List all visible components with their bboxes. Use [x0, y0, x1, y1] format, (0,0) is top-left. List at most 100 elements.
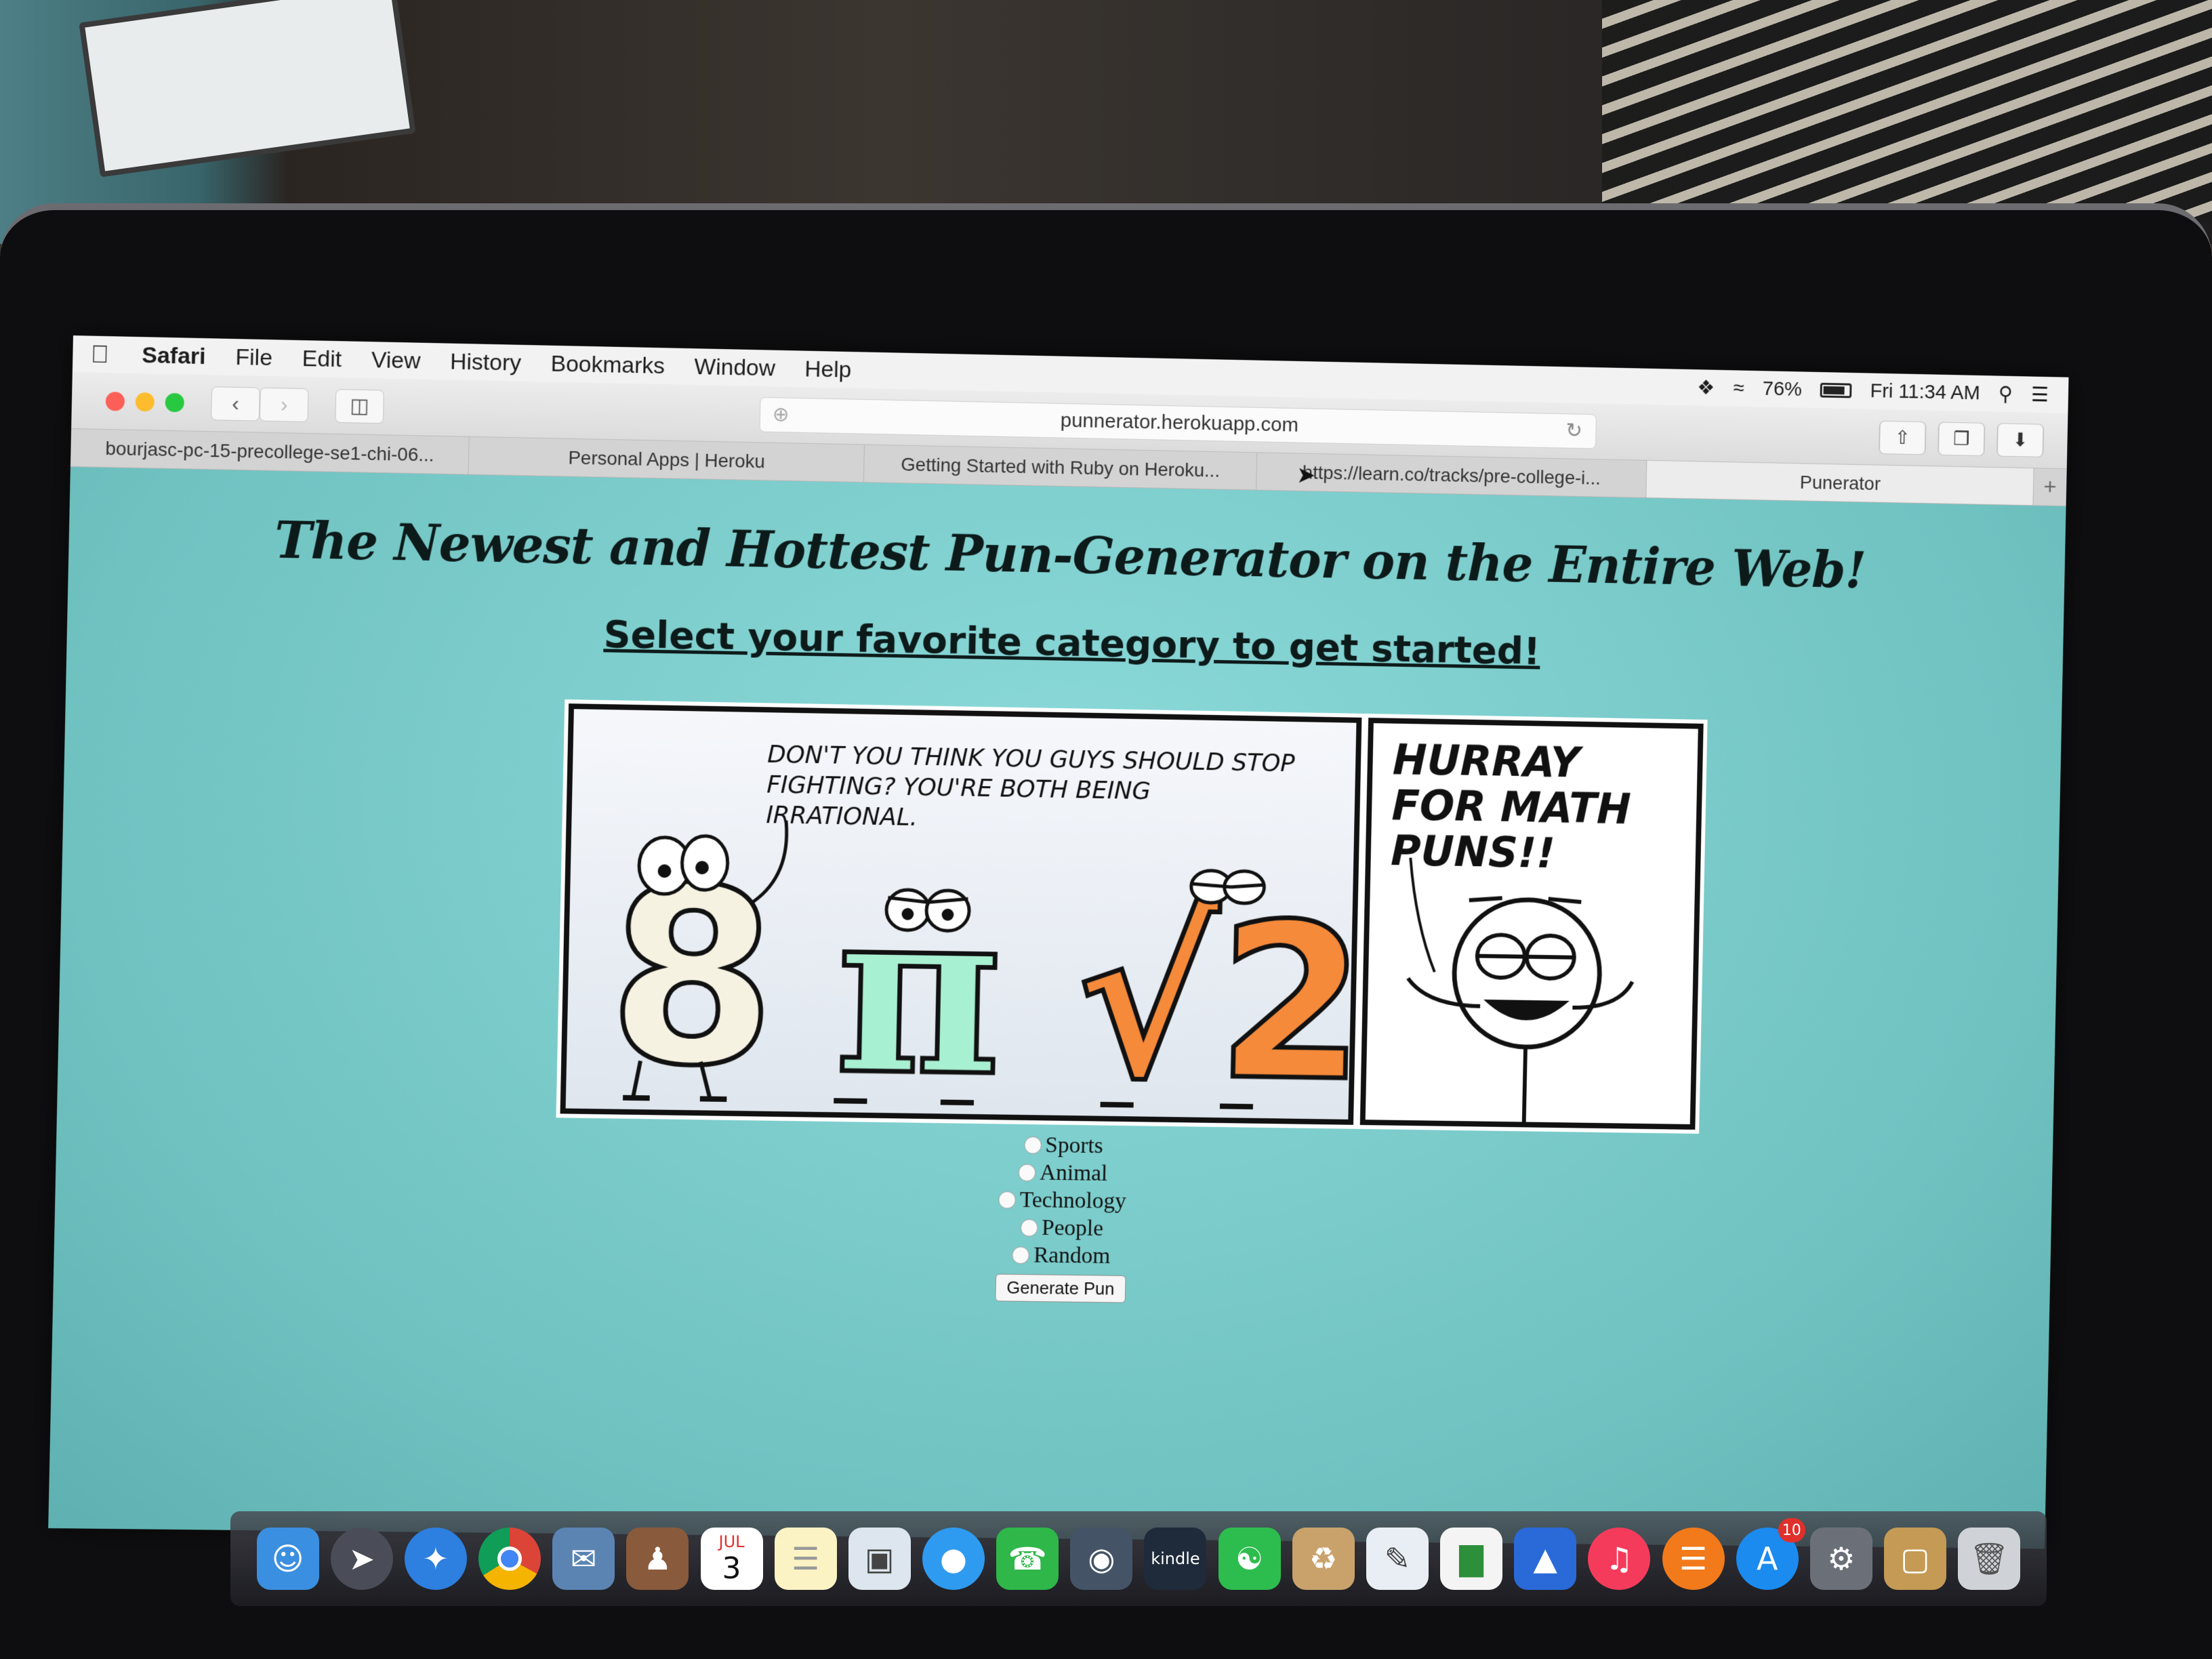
downloads-stack-icon[interactable]: ▢: [1884, 1528, 1947, 1590]
mail-icon[interactable]: ✉: [552, 1528, 615, 1590]
downloads-button[interactable]: ⬇: [1996, 422, 2045, 457]
sqrt2-glyph: √2: [1073, 875, 1357, 1127]
pi-character: π: [833, 854, 1007, 1128]
app-store-badge: 10: [1778, 1518, 1805, 1542]
menu-edit[interactable]: Edit: [287, 345, 356, 373]
radio-animal[interactable]: [1018, 1163, 1036, 1181]
chevron-left-icon: ‹: [231, 390, 240, 415]
tab-heroku-apps[interactable]: Personal Apps | Heroku: [468, 436, 865, 483]
background-monitor: [79, 0, 416, 178]
safari-icon[interactable]: ✦: [404, 1528, 467, 1590]
generate-pun-button[interactable]: Generate Pun: [995, 1273, 1126, 1303]
photo-booth-icon[interactable]: ◉: [1070, 1528, 1133, 1590]
category-radio-group: Sports Animal Technology People Random G…: [54, 1118, 2053, 1315]
tab-ruby-on-heroku[interactable]: Getting Started with Ruby on Heroku...: [863, 445, 1258, 490]
radio-people[interactable]: [1020, 1218, 1038, 1237]
download-icon: ⬇: [1996, 422, 2044, 457]
radio-sports[interactable]: [1023, 1136, 1042, 1154]
background-person-shirt: [1602, 0, 2212, 224]
category-option-animal[interactable]: Animal: [1018, 1158, 1108, 1187]
preview-icon[interactable]: ▣: [848, 1528, 911, 1590]
app-store-icon[interactable]: A 10: [1736, 1518, 1805, 1590]
category-option-people[interactable]: People: [1020, 1214, 1103, 1242]
contacts-icon[interactable]: ♟: [626, 1528, 689, 1590]
radio-technology[interactable]: [998, 1191, 1017, 1209]
evernote-icon[interactable]: ☯: [1218, 1528, 1281, 1590]
chevron-right-icon: ›: [280, 392, 288, 417]
dock: ☺ ➤ ✦ ✉ ♟ JUL 3 ☰ ▣ ● ☎ ◉ kindle ☯ ♻ ✎ ▇…: [230, 1511, 2047, 1606]
facetime-icon[interactable]: ☎: [996, 1528, 1059, 1590]
menu-history[interactable]: History: [435, 348, 536, 377]
status-area: ❖ ≈ 76% Fri 11:34 AM ⚲ ☰: [1697, 376, 2068, 407]
launchpad-icon[interactable]: ➤: [330, 1528, 393, 1590]
reload-icon[interactable]: ↻: [1565, 419, 1582, 443]
new-tab-button[interactable]: +: [2033, 468, 2066, 506]
apple-menu-icon[interactable]: : [73, 340, 127, 369]
kindle-label: kindle: [1151, 1549, 1200, 1568]
comic-panel-1: DON'T YOU THINK YOU GUYS SHOULD STOP FIG…: [560, 703, 1362, 1128]
math-pun-comic: DON'T YOU THINK YOU GUYS SHOULD STOP FIG…: [556, 699, 1708, 1134]
back-button[interactable]: ‹: [211, 386, 260, 422]
stick-figure-art: [1365, 723, 1683, 1132]
chrome-icon[interactable]: [478, 1528, 541, 1590]
archive-utility-icon[interactable]: ♻: [1292, 1528, 1355, 1590]
messages-icon[interactable]: ●: [922, 1528, 985, 1590]
sidebar-icon: ◫: [350, 394, 370, 417]
category-option-technology[interactable]: Technology: [998, 1186, 1126, 1215]
comic-panel-2: HURRAY FOR MATH PUNS!!: [1359, 718, 1704, 1132]
minimize-window-button[interactable]: [135, 392, 155, 411]
tab-punerator[interactable]: Punerator: [1646, 460, 2034, 506]
notification-center-icon[interactable]: ☰: [2031, 383, 2049, 407]
category-option-random[interactable]: Random: [1012, 1241, 1111, 1269]
sqrt2-character: √2: [1071, 868, 1357, 1128]
share-button[interactable]: ⇧: [1878, 420, 1927, 455]
toolbar-right-buttons: ⇧ ❐ ⬇: [1878, 420, 2068, 457]
calendar-month: JUL: [718, 1532, 745, 1551]
tab-overview-button[interactable]: ❐: [1937, 422, 1986, 456]
web-page: The Newest and Hottest Pun-Generator on …: [48, 466, 2066, 1549]
add-bookmark-icon[interactable]: ⊕: [772, 403, 790, 426]
address-bar[interactable]: ⊕ punnerator.herokuapp.com ↻: [759, 396, 1597, 449]
page-headline: The Newest and Hottest Pun-Generator on …: [274, 511, 1866, 600]
close-window-button[interactable]: [105, 391, 125, 411]
numbers-icon[interactable]: ▇: [1440, 1528, 1503, 1590]
ibooks-icon[interactable]: ☰: [1662, 1528, 1725, 1590]
keynote-icon[interactable]: ▲: [1514, 1528, 1577, 1590]
forward-button[interactable]: ›: [259, 387, 309, 422]
eight-character: 8: [603, 834, 781, 1122]
menu-file[interactable]: File: [220, 344, 287, 371]
textedit-icon[interactable]: ✎: [1366, 1528, 1429, 1590]
notes-icon[interactable]: ☰: [774, 1528, 837, 1590]
zoom-window-button[interactable]: [165, 392, 185, 412]
dropbox-icon[interactable]: ❖: [1697, 376, 1715, 400]
sidebar-toggle-button[interactable]: ◫: [335, 388, 384, 424]
laptop-screen:  Safari File Edit View History Bookmark…: [48, 335, 2069, 1549]
calendar-icon[interactable]: JUL 3: [700, 1528, 763, 1590]
mouse-cursor-icon: ➤: [1296, 462, 1316, 489]
trash-icon[interactable]: 🗑: [1958, 1528, 2021, 1590]
finder-icon[interactable]: ☺: [256, 1528, 319, 1590]
tabs-icon: ❐: [1938, 422, 1985, 456]
menu-bookmarks[interactable]: Bookmarks: [535, 350, 680, 380]
menu-view[interactable]: View: [356, 346, 436, 374]
plus-icon: +: [2043, 474, 2057, 500]
category-option-sports[interactable]: Sports: [1023, 1131, 1104, 1160]
page-subhead: Select your favorite category to get sta…: [603, 612, 1541, 674]
wifi-icon[interactable]: ≈: [1733, 377, 1744, 400]
menu-help[interactable]: Help: [790, 356, 866, 384]
spotlight-search-icon[interactable]: ⚲: [1999, 382, 2013, 406]
itunes-icon[interactable]: ♫: [1588, 1528, 1651, 1590]
tab-bourjasc[interactable]: bourjasc-pc-15-precollege-se1-chi-06...: [70, 428, 470, 474]
battery-icon[interactable]: [1820, 382, 1852, 398]
comic-panel-1-art: 8 π √2: [603, 709, 1357, 1128]
system-preferences-icon[interactable]: ⚙: [1809, 1528, 1872, 1590]
window-controls: [72, 390, 185, 412]
radio-label-technology: Technology: [1019, 1187, 1127, 1214]
menu-window[interactable]: Window: [679, 353, 790, 382]
kindle-icon[interactable]: kindle: [1144, 1528, 1207, 1590]
battery-percent: 76%: [1762, 377, 1803, 401]
clock[interactable]: Fri 11:34 AM: [1870, 380, 1980, 405]
radio-label-random: Random: [1033, 1242, 1111, 1269]
radio-random[interactable]: [1012, 1246, 1030, 1264]
menu-app-name[interactable]: Safari: [127, 342, 221, 370]
